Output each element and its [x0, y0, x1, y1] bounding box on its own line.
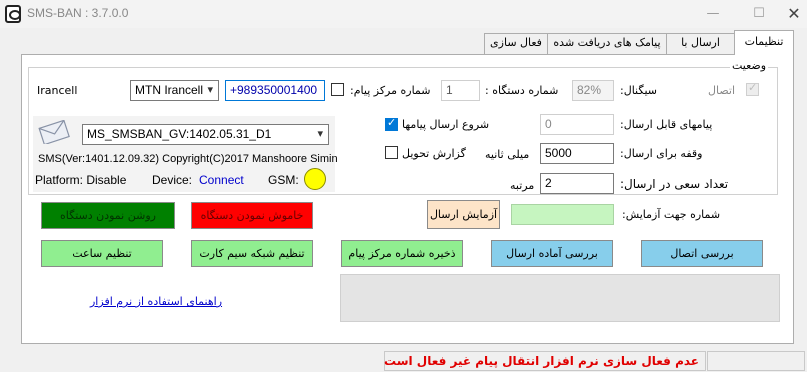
save-center-number-button[interactable]: ذخیره شماره مرکز پیام: [341, 240, 463, 267]
device-label: Device:: [152, 173, 193, 187]
close-button[interactable]: ✕: [781, 0, 807, 28]
connection-label: اتصال: [708, 84, 736, 97]
connection-checkbox: [746, 81, 759, 96]
send-interval-label: وقفه برای ارسال:: [620, 147, 703, 160]
minimize-button[interactable]: —: [690, 0, 736, 28]
status-group-title: وضعیت: [730, 59, 769, 72]
log-area: [340, 274, 780, 322]
maximize-button[interactable]: ☐: [736, 0, 782, 28]
signal-label: سیگنال:: [620, 84, 657, 97]
sendable-messages-value: 0: [540, 114, 614, 135]
status-message: عدم فعال سازی نرم افزار انتقال پیام غیر …: [384, 351, 706, 371]
start-sending-label: شروع ارسال پیامها: [402, 118, 490, 131]
tab-settings[interactable]: تنظیمات: [734, 30, 794, 55]
platform-status: Platform: Disable: [35, 173, 127, 187]
device-status: Connect: [199, 173, 244, 187]
help-link[interactable]: راهنمای استفاده از نرم افزار: [90, 295, 222, 308]
signal-value: 82%: [572, 80, 614, 101]
tab-activation[interactable]: فعال سازی: [484, 33, 548, 54]
operator-select[interactable]: MTN Irancell: [130, 80, 219, 101]
tab-received-messages[interactable]: پیامک های دریافت شده: [547, 33, 667, 54]
device-number-label: شماره دستگاه :: [485, 84, 559, 97]
set-sim-network-button[interactable]: تنظیم شبکه سیم کارت: [191, 240, 313, 267]
service-center-input[interactable]: +989350001400: [225, 80, 325, 101]
delivery-report-checkbox[interactable]: [385, 146, 398, 159]
gsm-status-indicator: [304, 168, 326, 190]
test-number-label: شماره جهت آزمایش:: [622, 208, 721, 221]
port-select[interactable]: MS_SMSBAN_GV:1402.05.31_D1: [82, 124, 329, 145]
device-number-input[interactable]: 1: [441, 80, 480, 101]
title-bar: SMS-BAN : 3.7.0.0 — ☐ ✕: [0, 0, 807, 28]
service-center-checkbox[interactable]: [331, 83, 344, 96]
retry-count-label: تعداد سعی در ارسال:: [620, 177, 729, 191]
version-text: SMS(Ver:1401.12.09.32) Copyright(C)2017 …: [38, 153, 338, 165]
power-off-button[interactable]: خاموش نمودن دستگاه: [191, 202, 313, 229]
operator-label: Irancell: [37, 84, 78, 97]
power-on-button[interactable]: روشن نمودن دستگاه: [41, 202, 175, 229]
start-sending-checkbox[interactable]: [385, 116, 398, 131]
tab-excel-send[interactable]: ارسال با اکسل: [666, 33, 735, 67]
retry-count-unit: مرتبه: [510, 179, 535, 192]
retry-count-input[interactable]: 2: [540, 173, 614, 194]
send-interval-unit: میلی ثانیه: [485, 148, 530, 161]
app-icon: [5, 5, 21, 23]
check-ready-button[interactable]: بررسی آماده ارسال: [491, 240, 613, 267]
delivery-report-label: گزارش تحویل: [402, 147, 466, 160]
service-center-label: شماره مرکز پیام:: [350, 84, 431, 97]
status-panel-empty: [707, 351, 805, 371]
window-title: SMS-BAN : 3.7.0.0: [27, 6, 129, 20]
gsm-label: GSM:: [268, 173, 299, 187]
set-clock-button[interactable]: تنظیم ساعت: [41, 240, 163, 267]
tab-strip: تنظیمات ارسال با اکسل پیامک های دریافت ش…: [0, 30, 807, 67]
test-number-input[interactable]: [511, 204, 614, 225]
send-interval-input[interactable]: 5000: [540, 143, 614, 164]
sendable-messages-label: پیامهای قابل ارسال:: [620, 118, 713, 131]
test-send-button[interactable]: آزمایش ارسال: [427, 200, 500, 229]
envelope-icon: [38, 120, 70, 144]
check-connection-button[interactable]: بررسی اتصال: [641, 240, 763, 267]
